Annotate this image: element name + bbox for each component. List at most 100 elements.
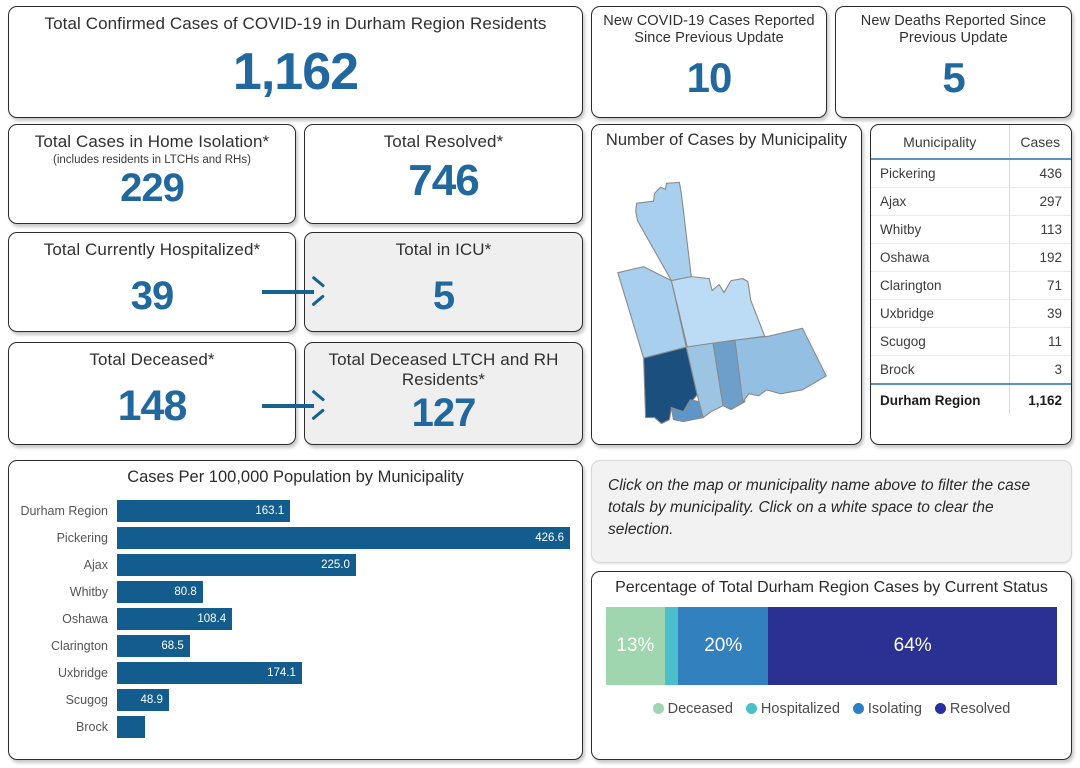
kpi-value-new-cases: 10 xyxy=(686,54,733,102)
bar-value-label: 225.0 xyxy=(321,558,350,571)
bar-fill[interactable]: 225.0 xyxy=(117,553,356,576)
stack-segment-isolating[interactable]: 20% xyxy=(678,606,769,685)
cell-municipality: Oshawa xyxy=(871,243,1010,272)
bar-row[interactable]: Brock xyxy=(9,713,570,740)
bar-track: 426.6 xyxy=(117,526,570,549)
bar-row[interactable]: Uxbridge 174.1 xyxy=(9,659,570,686)
kpi-card-total-confirmed[interactable]: Total Confirmed Cases of COVID-19 in Dur… xyxy=(8,6,583,118)
legend-item-resolved[interactable]: Resolved xyxy=(934,700,1011,717)
bar-row[interactable]: Scugog 48.9 xyxy=(9,686,570,713)
table-row[interactable]: Uxbridge 39 xyxy=(871,299,1071,328)
kpi-card-new-cases[interactable]: New COVID-19 Cases Reported Since Previo… xyxy=(591,6,827,118)
bar-value-label: 80.8 xyxy=(174,585,197,598)
map-canvas[interactable] xyxy=(592,150,861,441)
bar-category-label: Whitby xyxy=(69,584,108,599)
cell-municipality: Brock xyxy=(871,355,1010,385)
kpi-title-new-deaths: New Deaths Reported Since Previous Updat… xyxy=(860,13,1047,46)
stack-segment-hospitalized[interactable] xyxy=(664,606,679,685)
table-row[interactable]: Pickering 436 xyxy=(871,159,1071,188)
kpi-value-resolved: 746 xyxy=(408,155,479,205)
table-body: Pickering 436 Ajax 297 Whitby 113 Oshawa… xyxy=(871,159,1071,414)
municipality-table[interactable]: Municipality Cases Pickering 436 Ajax 29… xyxy=(871,125,1071,414)
bar-value-label: 426.6 xyxy=(535,531,564,544)
kpi-card-deceased-ltch[interactable]: Total Deceased LTCH and RH Residents* 12… xyxy=(304,342,583,445)
bar-fill[interactable] xyxy=(117,715,145,738)
legend-dot-icon xyxy=(745,703,757,715)
bar-value-label: 174.1 xyxy=(267,666,296,679)
cell-municipality: Whitby xyxy=(871,215,1010,244)
bar-track: 163.1 xyxy=(117,499,570,522)
map-region-scugog[interactable] xyxy=(670,276,766,348)
kpi-card-resolved[interactable]: Total Resolved* 746 xyxy=(304,124,583,224)
bar-fill[interactable]: 163.1 xyxy=(117,499,291,522)
cell-cases: 192 xyxy=(1009,243,1071,272)
bar-chart-plot: Durham Region 163.1 Pickering 426.6 Ajax xyxy=(9,487,582,744)
bar-row[interactable]: Whitby 80.8 xyxy=(9,578,570,605)
kpi-card-new-deaths[interactable]: New Deaths Reported Since Previous Updat… xyxy=(835,6,1072,118)
map-card[interactable]: Number of Cases by Municipality xyxy=(591,124,862,445)
legend-label: Hospitalized xyxy=(760,700,840,717)
legend-dot-icon xyxy=(934,703,946,715)
bar-fill[interactable]: 426.6 xyxy=(117,526,570,549)
bar-fill[interactable]: 68.5 xyxy=(117,634,190,657)
kpi-card-hospitalized[interactable]: Total Currently Hospitalized* 39 xyxy=(8,232,296,332)
map-region-clarington[interactable] xyxy=(734,327,827,404)
kpi-card-home-isolation[interactable]: Total Cases in Home Isolation* (includes… xyxy=(8,124,296,224)
bar-chart-title: Cases Per 100,000 Population by Municipa… xyxy=(127,468,464,486)
kpi-title-new-cases: New COVID-19 Cases Reported Since Previo… xyxy=(603,13,815,46)
cell-total-cases: 1,162 xyxy=(1009,383,1071,414)
legend-item-hospitalized[interactable]: Hospitalized xyxy=(745,700,840,717)
bar-chart-card[interactable]: Cases Per 100,000 Population by Municipa… xyxy=(8,460,583,760)
kpi-card-deceased[interactable]: Total Deceased* 148 xyxy=(8,342,296,445)
instruction-text: Click on the map or municipality name ab… xyxy=(608,477,1031,538)
bar-row[interactable]: Pickering 426.6 xyxy=(9,524,570,551)
bar-row[interactable]: Durham Region 163.1 xyxy=(9,497,570,524)
legend-label: Resolved xyxy=(949,700,1011,717)
table-row[interactable]: Oshawa 192 xyxy=(871,243,1071,272)
kpi-value-new-deaths: 5 xyxy=(942,54,965,102)
bar-track: 108.4 xyxy=(117,607,570,630)
legend-item-deceased[interactable]: Deceased xyxy=(652,701,733,717)
kpi-value-hospitalized: 39 xyxy=(130,273,175,318)
kpi-card-icu[interactable]: Total in ICU* 5 xyxy=(304,232,583,332)
bar-row[interactable]: Oshawa 108.4 xyxy=(9,605,570,632)
table-header-row: Municipality Cases xyxy=(871,125,1071,160)
bar-category-label: Pickering xyxy=(56,530,108,545)
legend-item-isolating[interactable]: Isolating xyxy=(852,701,922,717)
bar-fill[interactable]: 108.4 xyxy=(117,607,233,630)
kpi-title-resolved: Total Resolved* xyxy=(383,132,504,151)
table-row[interactable]: Clarington 71 xyxy=(871,271,1071,300)
bar-category-label: Uxbridge xyxy=(57,665,108,680)
status-stacked-bar-card[interactable]: Percentage of Total Durham Region Cases … xyxy=(591,571,1072,760)
bar-row[interactable]: Clarington 68.5 xyxy=(9,632,570,659)
kpi-title-icu: Total in ICU* xyxy=(395,240,492,259)
bar-fill[interactable]: 80.8 xyxy=(117,580,203,603)
bar-track: 80.8 xyxy=(117,580,570,603)
table-row[interactable]: Whitby 113 xyxy=(871,215,1071,244)
durham-municipality-map[interactable] xyxy=(592,150,861,441)
bar-track xyxy=(117,715,570,738)
bar-fill[interactable]: 174.1 xyxy=(117,661,302,684)
bar-row[interactable]: Ajax 225.0 xyxy=(9,551,570,578)
table-row[interactable]: Scugog 11 xyxy=(871,327,1071,356)
kpi-title-deceased: Total Deceased* xyxy=(89,350,215,369)
bar-fill[interactable]: 48.9 xyxy=(117,688,169,711)
stack-label-resolved: 64% xyxy=(893,634,932,656)
bar-category-label: Oshawa xyxy=(62,611,108,626)
cell-cases: 11 xyxy=(1009,327,1071,356)
stacked-bar-title: Percentage of Total Durham Region Cases … xyxy=(615,579,1048,596)
cell-cases: 3 xyxy=(1009,355,1071,385)
stack-segment-resolved[interactable]: 64% xyxy=(768,606,1057,685)
bar-value-label: 68.5 xyxy=(161,639,184,652)
table-row[interactable]: Brock 3 xyxy=(871,355,1071,385)
map-region-brock[interactable] xyxy=(635,181,692,282)
stacked-bar-legend: Deceased Hospitalized Isolating Resolved xyxy=(592,701,1071,717)
municipality-table-card[interactable]: Municipality Cases Pickering 436 Ajax 29… xyxy=(870,124,1072,445)
table-row[interactable]: Ajax 297 xyxy=(871,187,1071,216)
cell-municipality: Scugog xyxy=(871,327,1010,356)
stack-segment-deceased[interactable]: 13% xyxy=(606,606,665,685)
kpi-title-deceased-ltch: Total Deceased LTCH and RH Residents* xyxy=(328,350,559,389)
kpi-subtitle-home-isolation: (includes residents in LTCHs and RHs) xyxy=(53,153,251,166)
bar-value-label: 48.9 xyxy=(140,693,163,706)
column-header-cases: Cases xyxy=(1009,125,1071,160)
